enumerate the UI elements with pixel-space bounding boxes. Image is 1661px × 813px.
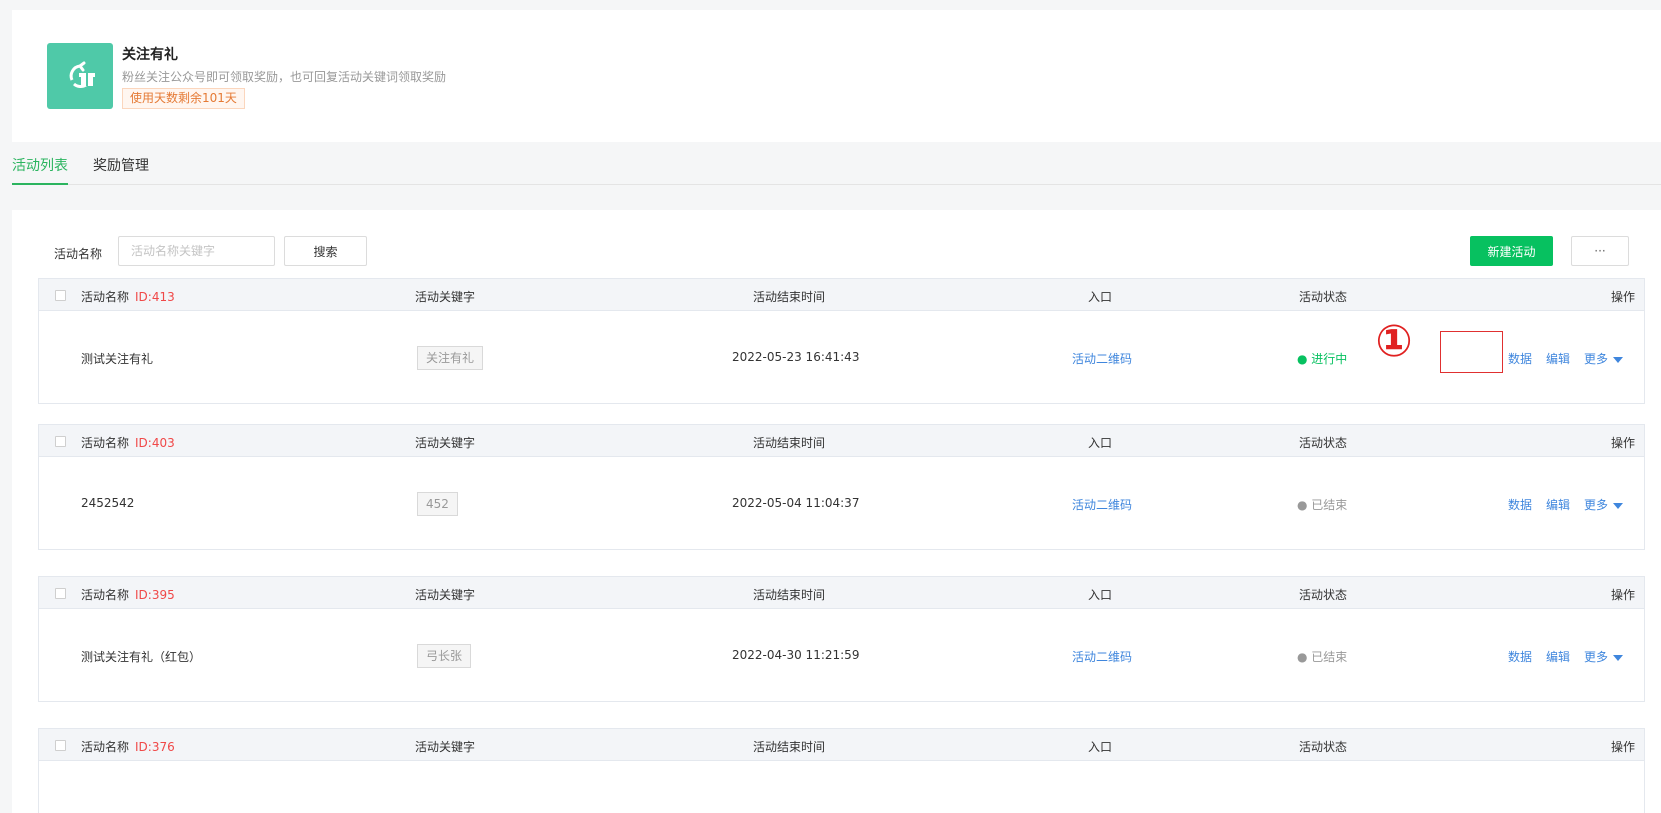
activity-qrcode-link[interactable]: 活动二维码 — [1072, 496, 1132, 513]
activity-id: ID:376 — [135, 740, 175, 754]
end-time: 2022-05-04 11:04:37 — [732, 496, 860, 510]
col-header-keyword: 活动关键字 — [415, 588, 476, 602]
chevron-down-icon — [1613, 502, 1624, 509]
row-checkbox[interactable] — [55, 290, 66, 301]
activity-block: 活动名称 ID:376 活动关键字 活动结束时间 入口 活动状态 操作 — [38, 728, 1645, 813]
col-header-end-time: 活动结束时间 — [753, 588, 826, 602]
more-dropdown[interactable]: 更多 — [1584, 496, 1624, 513]
chevron-down-icon — [1613, 654, 1624, 661]
tab-activity-list[interactable]: 活动列表 — [12, 158, 68, 185]
activity-name: 2452542 — [81, 496, 135, 510]
status-badge: ● 已结束 — [1297, 498, 1348, 512]
chevron-down-icon — [1613, 356, 1624, 363]
activity-name: 测试关注有礼（红包） — [81, 650, 202, 664]
more-options-button[interactable]: ··· — [1571, 236, 1629, 266]
more-dropdown[interactable]: 更多 — [1584, 350, 1624, 367]
row-checkbox[interactable] — [55, 436, 66, 447]
annotation-highlight-box — [1440, 331, 1503, 373]
col-header-actions: 操作 — [1611, 588, 1636, 602]
page-description: 粉丝关注公众号即可领取奖励，也可回复活动关键词领取奖励 — [122, 70, 447, 84]
status-badge: ● 进行中 — [1297, 352, 1348, 366]
activity-row: 测试关注有礼（红包） 弓长张 2022-04-30 11:21:59 活动二维码… — [39, 609, 1644, 701]
activity-qrcode-link[interactable]: 活动二维码 — [1072, 350, 1132, 367]
edit-link[interactable]: 编辑 — [1546, 648, 1570, 665]
row-checkbox[interactable] — [55, 588, 66, 599]
annotation-number: ① — [1375, 316, 1413, 367]
col-header-name: 活动名称 ID:403 — [81, 436, 175, 450]
col-header-actions: 操作 — [1611, 740, 1636, 754]
col-header-end-time: 活动结束时间 — [753, 436, 826, 450]
activity-row: 2452542 452 2022-05-04 11:04:37 活动二维码 ● … — [39, 457, 1644, 549]
activity-id: ID:395 — [135, 588, 175, 602]
col-header-actions: 操作 — [1611, 436, 1636, 450]
plugin-header-card: 关注有礼 粉丝关注公众号即可领取奖励，也可回复活动关键词领取奖励 使用天数剩余1… — [12, 10, 1661, 142]
tab-reward-management[interactable]: 奖励管理 — [93, 158, 149, 185]
new-activity-button[interactable]: 新建活动 — [1470, 236, 1553, 266]
end-time: 2022-04-30 11:21:59 — [732, 648, 860, 662]
col-header-name: 活动名称 ID:413 — [81, 290, 175, 304]
page-title: 关注有礼 — [122, 47, 178, 63]
tab-bar: 活动列表 奖励管理 — [12, 158, 1661, 185]
row-checkbox[interactable] — [55, 740, 66, 751]
activity-block-header: 活动名称 ID:395 活动关键字 活动结束时间 入口 活动状态 操作 — [39, 577, 1644, 609]
activity-qrcode-link[interactable]: 活动二维码 — [1072, 648, 1132, 665]
data-link[interactable]: 数据 — [1508, 648, 1532, 665]
activity-block-header: 活动名称 ID:376 活动关键字 活动结束时间 入口 活动状态 操作 — [39, 729, 1644, 761]
activity-row — [39, 761, 1644, 812]
col-header-keyword: 活动关键字 — [415, 290, 476, 304]
status-badge: ● 已结束 — [1297, 650, 1348, 664]
activity-block-header: 活动名称 ID:413 活动关键字 活动结束时间 入口 活动状态 操作 — [39, 279, 1644, 311]
keyword-tag: 弓长张 — [417, 644, 472, 668]
col-header-entry: 入口 — [1088, 290, 1113, 304]
search-button[interactable]: 搜索 — [284, 236, 367, 266]
activity-id: ID:403 — [135, 436, 175, 450]
end-time: 2022-05-23 16:41:43 — [732, 350, 860, 364]
col-header-entry: 入口 — [1088, 588, 1113, 602]
activity-block: 活动名称 ID:403 活动关键字 活动结束时间 入口 活动状态 操作 24525… — [38, 424, 1645, 550]
col-header-status: 活动状态 — [1299, 588, 1348, 602]
data-link[interactable]: 数据 — [1508, 350, 1532, 367]
activity-name: 测试关注有礼 — [81, 352, 154, 366]
gift-recycle-icon — [47, 43, 113, 109]
col-header-entry: 入口 — [1088, 436, 1113, 450]
data-link[interactable]: 数据 — [1508, 496, 1532, 513]
activity-id: ID:413 — [135, 290, 175, 304]
col-header-name: 活动名称 ID:376 — [81, 740, 175, 754]
col-header-status: 活动状态 — [1299, 290, 1348, 304]
activity-block: 活动名称 ID:395 活动关键字 活动结束时间 入口 活动状态 操作 测试关注有… — [38, 576, 1645, 702]
remaining-days-badge: 使用天数剩余101天 — [122, 88, 245, 109]
search-label: 活动名称 — [54, 247, 103, 261]
col-header-status: 活动状态 — [1299, 740, 1348, 754]
activity-name-search-input[interactable] — [118, 236, 275, 266]
col-header-status: 活动状态 — [1299, 436, 1348, 450]
col-header-actions: 操作 — [1611, 290, 1636, 304]
edit-link[interactable]: 编辑 — [1546, 496, 1570, 513]
activity-block-header: 活动名称 ID:403 活动关键字 活动结束时间 入口 活动状态 操作 — [39, 425, 1644, 457]
keyword-tag: 452 — [417, 492, 458, 516]
keyword-tag: 关注有礼 — [417, 346, 484, 370]
col-header-keyword: 活动关键字 — [415, 740, 476, 754]
col-header-keyword: 活动关键字 — [415, 436, 476, 450]
col-header-end-time: 活动结束时间 — [753, 290, 826, 304]
col-header-name: 活动名称 ID:395 — [81, 588, 175, 602]
edit-link[interactable]: 编辑 — [1546, 350, 1570, 367]
col-header-entry: 入口 — [1088, 740, 1113, 754]
more-dropdown[interactable]: 更多 — [1584, 648, 1624, 665]
col-header-end-time: 活动结束时间 — [753, 740, 826, 754]
